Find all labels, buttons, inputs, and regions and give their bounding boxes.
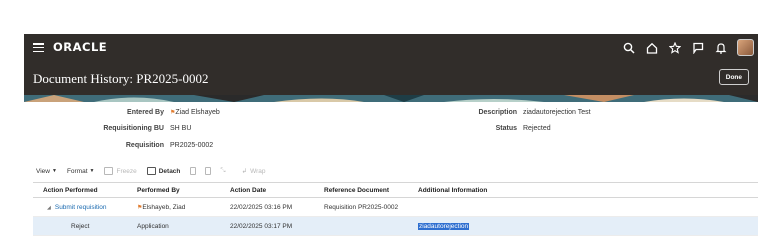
- additional-info-cell[interactable]: ziadautorejection: [418, 223, 470, 230]
- action-date-cell: 22/02/2025 03:16 PM: [230, 204, 293, 211]
- entered-by-name[interactable]: Ziad Elshayeb: [175, 109, 219, 116]
- performed-by-cell: Application: [137, 223, 169, 230]
- home-icon[interactable]: [644, 40, 660, 56]
- format-menu[interactable]: Format ▼: [67, 168, 95, 175]
- oracle-logo[interactable]: ORACLE: [53, 40, 107, 54]
- wrap-icon: ↲: [241, 168, 248, 175]
- table-toolbar: View ▼ Format ▼ Freeze Detach ⤡ ↲ Wrap: [36, 165, 275, 177]
- requisitioning-bu-label: Requisitioning BU: [103, 125, 164, 132]
- column-header-performed-by[interactable]: Performed By: [137, 187, 180, 194]
- performed-by-name[interactable]: Elshayeb, Ziad: [142, 204, 185, 211]
- requisitioning-bu-value: SH BU: [170, 125, 192, 132]
- requisition-label: Requisition: [125, 142, 164, 149]
- page-header: Document History: PR2025-0002 Done: [24, 61, 758, 95]
- document-details: Entered By ⚑Ziad Elshayeb Requisitioning…: [24, 102, 758, 162]
- user-avatar[interactable]: [737, 39, 754, 56]
- detach-button[interactable]: Detach: [146, 167, 181, 175]
- decorative-banner: [24, 95, 758, 102]
- unfreeze-column-icon[interactable]: [205, 167, 212, 175]
- column-icons: ⤡: [190, 167, 231, 175]
- status-value: Rejected: [523, 125, 551, 132]
- entered-by-value: ⚑Ziad Elshayeb: [170, 109, 220, 116]
- performed-by-cell: ⚑Elshayeb, Ziad: [137, 204, 185, 211]
- table-header: Action Performed Performed By Action Dat…: [33, 182, 758, 198]
- action-label: Submit requisition: [54, 204, 107, 211]
- expand-icon[interactable]: ⤡: [220, 167, 225, 175]
- collapse-icon[interactable]: ◢: [47, 205, 51, 211]
- header-icons: [614, 39, 754, 56]
- description-value: ziadautorejection Test: [523, 109, 591, 116]
- history-table: Action Performed Performed By Action Dat…: [33, 182, 758, 236]
- freeze-column-icon[interactable]: [190, 167, 197, 175]
- menu-icon[interactable]: [33, 43, 44, 53]
- flag-icon[interactable]: [690, 40, 706, 56]
- entered-by-label: Entered By: [127, 109, 164, 116]
- chevron-down-icon: ▼: [89, 168, 95, 174]
- selected-text: ziadautorejection: [418, 223, 470, 230]
- page-title: Document History: PR2025-0002: [33, 71, 209, 86]
- done-button[interactable]: Done: [718, 69, 749, 85]
- column-header-action[interactable]: Action Performed: [43, 187, 98, 194]
- freeze-label: Freeze: [116, 167, 137, 175]
- action-date-cell: 22/02/2025 03:17 PM: [230, 223, 293, 230]
- column-header-reference[interactable]: Reference Document: [324, 187, 389, 194]
- freeze-button[interactable]: Freeze: [104, 167, 137, 175]
- column-header-additional-info[interactable]: Additional Information: [418, 187, 487, 194]
- view-menu-label: View: [36, 167, 50, 175]
- banner-pattern: [24, 95, 758, 102]
- star-icon[interactable]: [667, 40, 683, 56]
- wrap-button[interactable]: ↲ Wrap: [241, 167, 266, 176]
- wrap-label: Wrap: [250, 167, 266, 175]
- detach-label: Detach: [158, 167, 181, 175]
- detach-icon: [146, 167, 156, 175]
- table-row[interactable]: ◢ Submit requisition ⚑Elshayeb, Ziad 22/0…: [33, 198, 758, 217]
- description-label: Description: [478, 109, 517, 116]
- format-menu-label: Format: [66, 167, 88, 175]
- action-cell: Reject: [71, 223, 90, 230]
- freeze-icon: [104, 167, 114, 175]
- search-icon[interactable]: [621, 40, 637, 56]
- action-cell[interactable]: ◢ Submit requisition: [47, 204, 107, 211]
- bell-icon[interactable]: [713, 40, 729, 56]
- table-row[interactable]: Reject Application 22/02/2025 03:17 PM z…: [33, 217, 758, 236]
- reference-cell: Requisition PR2025-0002: [324, 204, 399, 211]
- requisition-value: PR2025-0002: [170, 142, 214, 149]
- status-label: Status: [495, 125, 517, 132]
- global-header: ORACLE: [24, 34, 758, 61]
- view-menu[interactable]: View ▼: [36, 168, 57, 175]
- chevron-down-icon: ▼: [51, 168, 57, 174]
- column-header-action-date[interactable]: Action Date: [230, 187, 266, 194]
